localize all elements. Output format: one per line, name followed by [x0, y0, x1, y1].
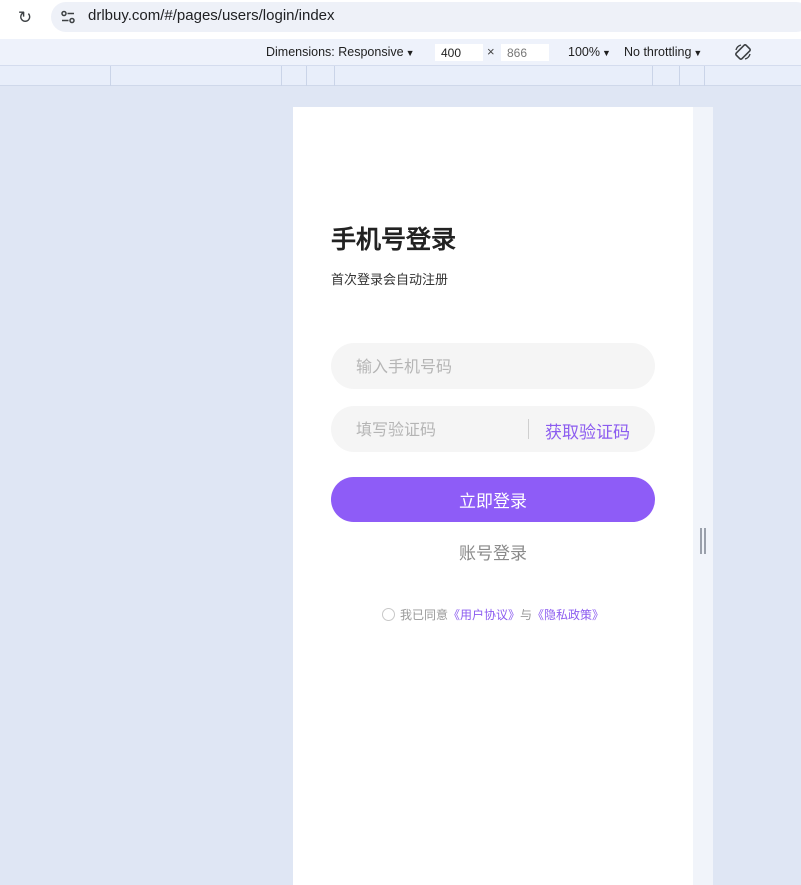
phone-input[interactable]: [331, 343, 655, 389]
device-toolbar: Dimensions: Responsive▼ × 100%▼ No throt…: [0, 39, 801, 66]
resize-handle[interactable]: [700, 528, 706, 554]
chevron-down-icon: ▼: [601, 48, 611, 58]
agree-radio[interactable]: [381, 608, 395, 621]
media-query-segment[interactable]: [110, 66, 111, 86]
throttling-dropdown[interactable]: No throttling ▼: [624, 45, 702, 59]
width-input[interactable]: [435, 44, 483, 61]
media-query-segment[interactable]: [334, 66, 335, 86]
get-code-button[interactable]: 获取验证码: [545, 418, 630, 443]
media-query-segment[interactable]: [652, 66, 653, 86]
chevron-down-icon: ▼: [693, 48, 703, 58]
page-title: 手机号登录: [331, 225, 457, 254]
reload-icon[interactable]: ↻: [14, 7, 36, 29]
media-query-segment[interactable]: [704, 66, 705, 86]
rotate-icon[interactable]: [733, 42, 753, 62]
height-input[interactable]: [501, 44, 549, 61]
account-login-link[interactable]: 账号登录: [293, 539, 693, 564]
chevron-down-icon: ▼: [405, 48, 415, 58]
url-text[interactable]: drlbuy.com/#/pages/users/login/index: [88, 7, 335, 24]
url-bar[interactable]: drlbuy.com/#/pages/users/login/index: [51, 2, 801, 32]
media-query-segment[interactable]: [679, 66, 680, 86]
divider: [528, 419, 529, 439]
user-agreement-link[interactable]: 《用户协议》: [448, 608, 520, 622]
media-query-segment[interactable]: [281, 66, 282, 86]
zoom-dropdown[interactable]: 100% ▼: [568, 45, 611, 59]
dimensions-label: Dimensions: Responsive: [266, 45, 404, 59]
verification-code-input[interactable]: [331, 406, 527, 452]
zoom-label: 100%: [568, 45, 600, 59]
browser-address-bar: ↻ drlbuy.com/#/pages/users/login/index: [0, 0, 801, 39]
login-button[interactable]: 立即登录: [331, 477, 655, 522]
site-settings-icon[interactable]: [60, 9, 76, 25]
media-query-segment[interactable]: [306, 66, 307, 86]
dimension-separator: ×: [487, 44, 495, 59]
agree-prefix: 我已同意: [399, 608, 448, 622]
throttling-label: No throttling: [624, 45, 692, 59]
agree-and: 与: [520, 608, 533, 622]
verification-code-field: 获取验证码: [331, 406, 655, 452]
media-query-bar: [0, 66, 801, 86]
agreement-row: 我已同意《用户协议》与《隐私政策》: [293, 606, 693, 623]
page-subtitle: 首次登录会自动注册: [331, 273, 449, 288]
device-viewport: 手机号登录 首次登录会自动注册 获取验证码 立即登录 账号登录 我已同意《用户协…: [293, 107, 693, 885]
dimensions-dropdown[interactable]: Dimensions: Responsive ▼: [266, 45, 414, 59]
privacy-policy-link[interactable]: 《隐私政策》: [532, 608, 604, 622]
viewport-side-strip: [693, 107, 713, 885]
